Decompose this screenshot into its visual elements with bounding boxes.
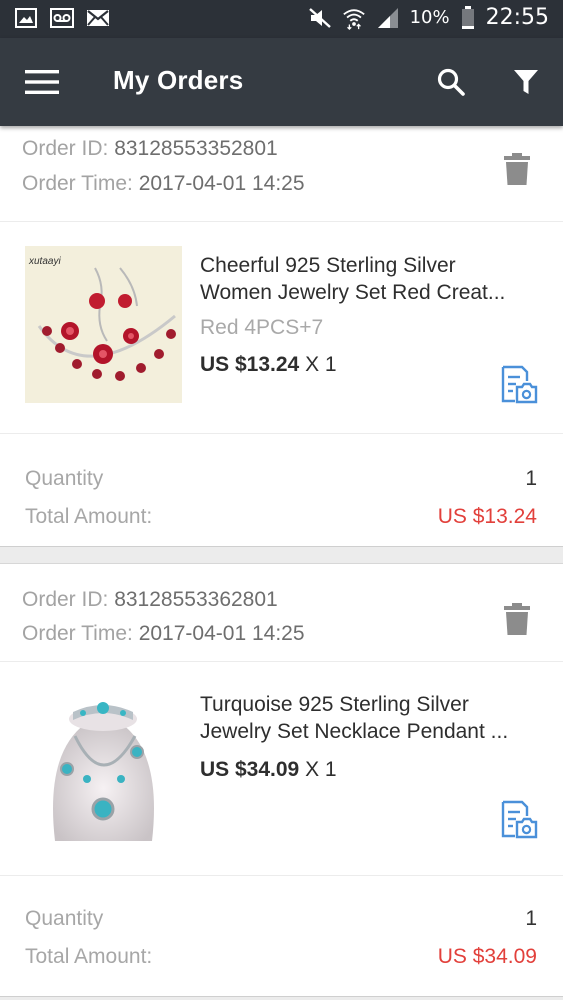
order-id: Order ID: 83128553362801 [22,588,278,612]
order-time: Order Time: 2017-04-01 14:25 [22,172,305,196]
quantity-label: Quantity [25,907,104,930]
order-id-value: 83128553352801 [114,137,278,160]
order-item[interactable]: Turquoise 925 Sterling Silver Jewelry Se… [0,662,563,876]
product-title[interactable]: Turquoise 925 Sterling Silver Jewelry Se… [200,691,540,745]
order-header: Order ID: 83128553352801 Order Time: 201… [0,126,563,222]
order-time-label: Order Time: [22,172,133,195]
product-title-line1: Turquoise 925 Sterling Silver [200,693,469,716]
add-photo-review-button[interactable] [500,365,538,405]
order-item[interactable]: xutaayi Cheerful 925 Sterling Silver Wom… [0,222,563,434]
order-summary: Quantity 1 Total Amount: US $34.09 [0,876,563,996]
product-variant: Red 4PCS+7 [200,316,324,339]
order-header: Order ID: 83128553362801 Order Time: 201… [0,564,563,662]
product-price: US $13.24 X 1 [200,353,337,377]
order-time-value: 2017-04-01 14:25 [138,172,305,195]
product-image[interactable] [25,684,182,841]
delete-order-button[interactable] [503,602,531,636]
product-title[interactable]: Cheerful 925 Sterling Silver Women Jewel… [200,252,540,306]
order-id-value: 83128553362801 [114,588,278,611]
battery-icon [460,5,476,29]
search-button[interactable] [432,63,470,101]
menu-icon [25,70,59,94]
photo-review-icon [501,800,538,839]
order-card: Order ID: 83128553352801 Order Time: 201… [0,126,563,547]
mute-icon [308,7,332,29]
product-title-line2: Women Jewelry Set Red Creat... [200,281,506,304]
order-id: Order ID: 83128553352801 [22,137,278,161]
order-id-label: Order ID: [22,137,109,160]
page-title: My Orders [113,65,244,95]
image-icon [14,7,38,29]
total-amount-label: Total Amount: [25,505,153,528]
total-amount-value: US $34.09 [437,945,537,968]
product-title-line2: Jewelry Set Necklace Pendant ... [200,720,509,743]
voicemail-icon [50,7,74,29]
price-value: US $13.24 [200,353,300,376]
orders-screen: 10% 22:55 My Orders Order ID: 8312855335… [0,0,563,1000]
product-title-line1: Cheerful 925 Sterling Silver [200,254,456,277]
order-card: Order ID: 83128553362801 Order Time: 201… [0,563,563,997]
product-price: US $34.09 X 1 [200,758,337,782]
total-amount-label: Total Amount: [25,945,153,968]
app-bar: My Orders [0,38,563,126]
add-photo-review-button[interactable] [500,800,538,840]
order-time-label: Order Time: [22,622,133,645]
battery-percent: 10% [409,7,450,28]
status-bar: 10% 22:55 [0,0,563,38]
photo-review-icon [501,365,538,404]
order-id-label: Order ID: [22,588,109,611]
quantity-multiplier: X 1 [305,758,337,781]
price-value: US $34.09 [200,758,300,781]
trash-icon [504,153,530,185]
quantity-multiplier: X 1 [305,353,337,376]
order-summary: Quantity 1 Total Amount: US $13.24 [0,434,563,546]
delete-order-button[interactable] [503,152,531,186]
trash-icon [504,603,530,635]
order-time: Order Time: 2017-04-01 14:25 [22,622,305,646]
filter-button[interactable] [507,63,545,101]
filter-icon [514,70,538,94]
mail-icon [86,7,110,29]
orders-list[interactable]: Order ID: 83128553352801 Order Time: 201… [0,126,563,1000]
menu-button[interactable] [22,64,62,100]
search-icon [437,68,465,96]
brand-watermark: xutaayi [28,256,61,267]
total-amount-value: US $13.24 [437,505,537,528]
clock: 22:55 [485,5,549,30]
quantity-value: 1 [525,467,537,490]
product-image[interactable]: xutaayi [25,246,182,403]
quantity-label: Quantity [25,467,104,490]
wifi-icon [342,7,366,30]
order-time-value: 2017-04-01 14:25 [138,622,305,645]
signal-icon [376,7,400,29]
quantity-value: 1 [525,907,537,930]
